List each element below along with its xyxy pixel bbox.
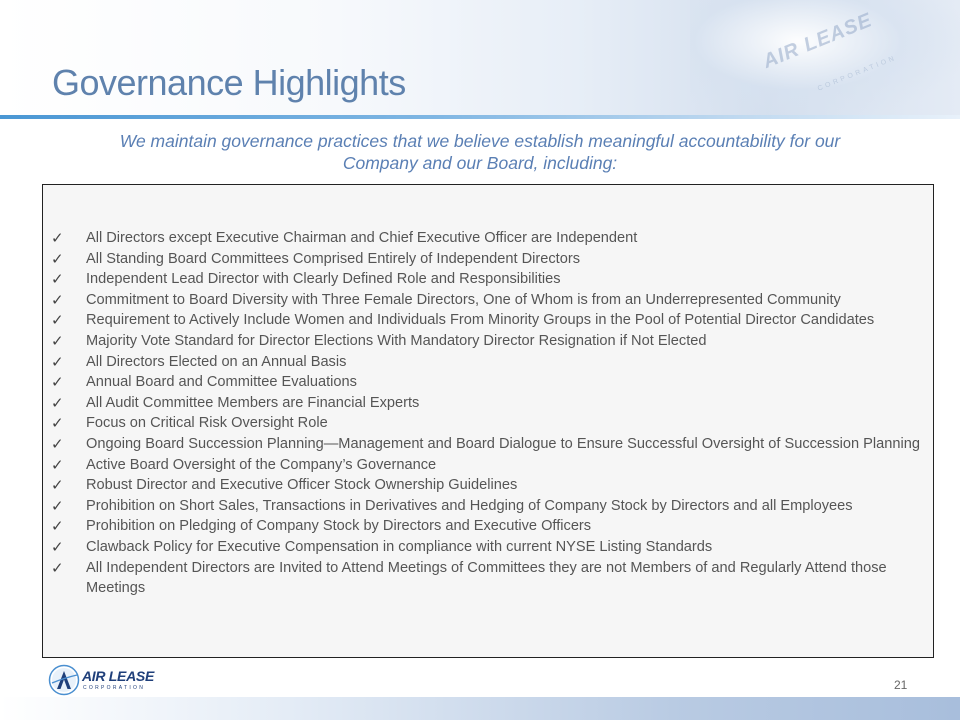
highlights-list: ✓ All Directors except Executive Chairman… [43, 228, 926, 599]
checkmark-icon: ✓ [51, 455, 64, 474]
highlight-text: All Standing Board Committees Comprised … [86, 250, 580, 267]
checkmark-icon: ✓ [51, 393, 64, 412]
checkmark-icon: ✓ [51, 270, 64, 289]
page-title: Governance Highlights [52, 62, 406, 103]
checkmark-icon: ✓ [51, 311, 64, 330]
checkmark-icon: ✓ [51, 496, 64, 515]
highlights-box: ✓ All Directors except Executive Chairman… [42, 184, 934, 658]
highlight-item: ✓ Prohibition on Pledging of Company Stoc… [43, 516, 926, 537]
highlight-text: Independent Lead Director with Clearly D… [86, 271, 561, 288]
highlight-text: Clawback Policy for Executive Compensati… [86, 538, 713, 555]
highlight-item: ✓ Majority Vote Standard for Director Ele… [43, 331, 926, 352]
highlight-item: ✓ All Standing Board Committees Comprised… [43, 249, 926, 270]
highlight-text: Prohibition on Short Sales, Transactions… [86, 497, 853, 514]
highlight-item: ✓ Annual Board and Committee Evaluations [43, 372, 926, 393]
highlight-text: Focus on Critical Risk Oversight Role [86, 415, 328, 432]
checkmark-icon: ✓ [51, 434, 64, 453]
highlight-item: ✓ Active Board Oversight of the Company’s… [43, 455, 926, 476]
intro-line-2: Company and our Board, including: [342, 153, 618, 173]
highlight-text: Requirement to Actively Include Women an… [86, 312, 875, 329]
highlight-text: Annual Board and Committee Evaluations [86, 374, 357, 391]
intro-text: We maintain governance practices that we… [95, 130, 865, 174]
highlight-text: Prohibition on Pledging of Company Stock… [86, 518, 592, 535]
highlight-item: ✓ Prohibition on Short Sales, Transaction… [43, 496, 926, 517]
logo-subtext: CORPORATION [83, 685, 146, 691]
highlight-text: Majority Vote Standard for Director Elec… [86, 332, 707, 349]
checkmark-icon: ✓ [51, 537, 64, 556]
title-divider [0, 115, 960, 119]
highlight-item: ✓ Ongoing Board Succession Planning—Manag… [43, 434, 926, 455]
highlight-item: ✓ All Directors except Executive Chairman… [43, 228, 926, 249]
footer-bar [0, 697, 960, 720]
highlight-text: Robust Director and Executive Officer St… [86, 477, 518, 494]
highlight-item: ✓ Focus on Critical Risk Oversight Role [43, 413, 926, 434]
logo-wordmark: AIR LEASE [82, 668, 154, 684]
highlight-item: ✓ Clawback Policy for Executive Compensat… [43, 537, 926, 558]
checkmark-icon: ✓ [51, 414, 64, 433]
highlight-text: Active Board Oversight of the Company’s … [86, 456, 437, 473]
highlight-item: ✓ Independent Lead Director with Clearly … [43, 269, 926, 290]
checkmark-icon: ✓ [51, 331, 64, 350]
company-logo: AIR LEASE CORPORATION [48, 664, 168, 696]
highlight-text: Commitment to Board Diversity with Three… [86, 291, 841, 308]
checkmark-icon: ✓ [51, 476, 64, 495]
checkmark-icon: ✓ [51, 352, 64, 371]
highlight-text: All Independent Directors are Invited to… [86, 559, 887, 597]
aircraft-image [690, 0, 960, 118]
checkmark-icon: ✓ [51, 558, 64, 577]
highlight-item: ✓ All Directors Elected on an Annual Basi… [43, 352, 926, 373]
highlight-text: All Directors Elected on an Annual Basis [86, 353, 347, 370]
highlight-item: ✓ All Audit Committee Members are Financi… [43, 393, 926, 414]
highlight-item: ✓ Requirement to Actively Include Women a… [43, 310, 926, 331]
checkmark-icon: ✓ [51, 517, 64, 536]
logo-a-icon [48, 664, 80, 696]
highlight-text: Ongoing Board Succession Planning—Manage… [86, 435, 920, 452]
checkmark-icon: ✓ [51, 290, 64, 309]
checkmark-icon: ✓ [51, 373, 64, 392]
highlight-item: ✓ All Independent Directors are Invited t… [43, 558, 926, 599]
checkmark-icon: ✓ [51, 229, 64, 247]
intro-line-1: We maintain governance practices that we… [119, 131, 841, 151]
page-number: 21 [894, 678, 908, 692]
highlight-item: ✓ Robust Director and Executive Officer S… [43, 475, 926, 496]
checkmark-icon: ✓ [51, 249, 64, 268]
highlight-item: ✓ Commitment to Board Diversity with Thre… [43, 290, 926, 311]
highlight-text: All Directors except Executive Chairman … [86, 230, 638, 246]
highlight-text: All Audit Committee Members are Financia… [86, 394, 420, 411]
